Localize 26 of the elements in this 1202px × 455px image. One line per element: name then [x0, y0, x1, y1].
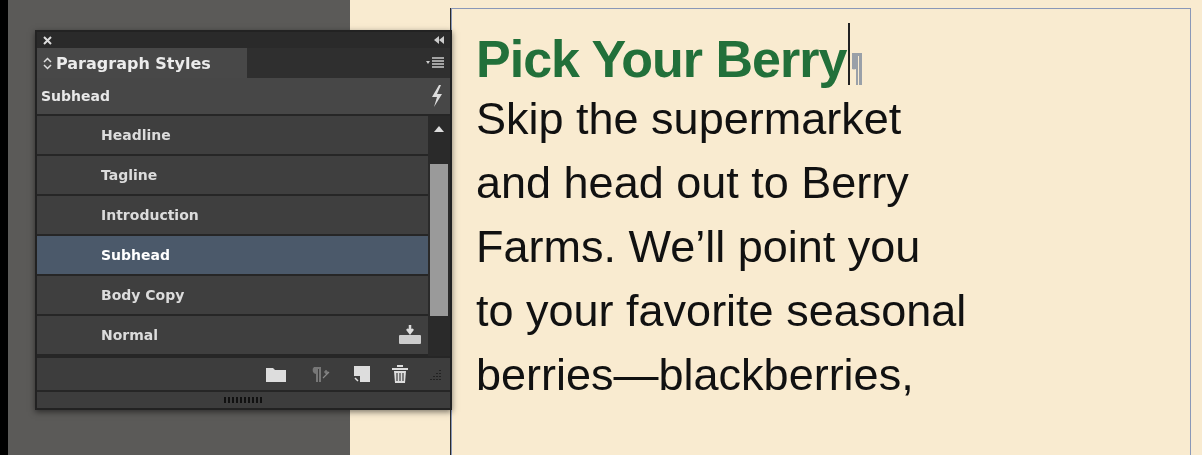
style-list-item[interactable]: Headline: [37, 116, 428, 156]
collapse-icon[interactable]: [434, 36, 444, 44]
sort-arrows-icon: [43, 56, 52, 70]
trash-icon[interactable]: [392, 365, 408, 383]
body-text-line: Farms. We’ll point you: [476, 220, 922, 274]
style-list-item[interactable]: Tagline: [37, 156, 428, 196]
current-style-label: Subhead: [41, 88, 110, 104]
style-list-item[interactable]: Introduction: [37, 196, 428, 236]
panel-tab[interactable]: Paragraph Styles: [37, 48, 247, 78]
body-text-line: to your favorite seasonal: [476, 284, 968, 338]
new-style-icon[interactable]: [354, 366, 370, 382]
style-list-item[interactable]: Subhead: [37, 236, 428, 276]
drag-handle-icon[interactable]: [223, 397, 264, 403]
body-text-line: berries—blackberries,: [476, 348, 915, 402]
resize-grip-icon[interactable]: [430, 368, 442, 380]
body-text-line: and head out to Berry: [476, 156, 910, 210]
lightning-icon[interactable]: [430, 85, 444, 107]
style-list-item[interactable]: Body Copy: [37, 276, 428, 316]
text-cursor: [848, 23, 851, 85]
scrollbar[interactable]: [428, 116, 450, 356]
scroll-up-icon[interactable]: [433, 124, 445, 134]
folder-icon[interactable]: [266, 366, 286, 382]
body-text-line: Skip the supermarket: [476, 92, 903, 146]
style-list-item[interactable]: Normal: [37, 316, 428, 356]
close-icon[interactable]: [43, 35, 52, 45]
load-icon[interactable]: [398, 325, 422, 345]
